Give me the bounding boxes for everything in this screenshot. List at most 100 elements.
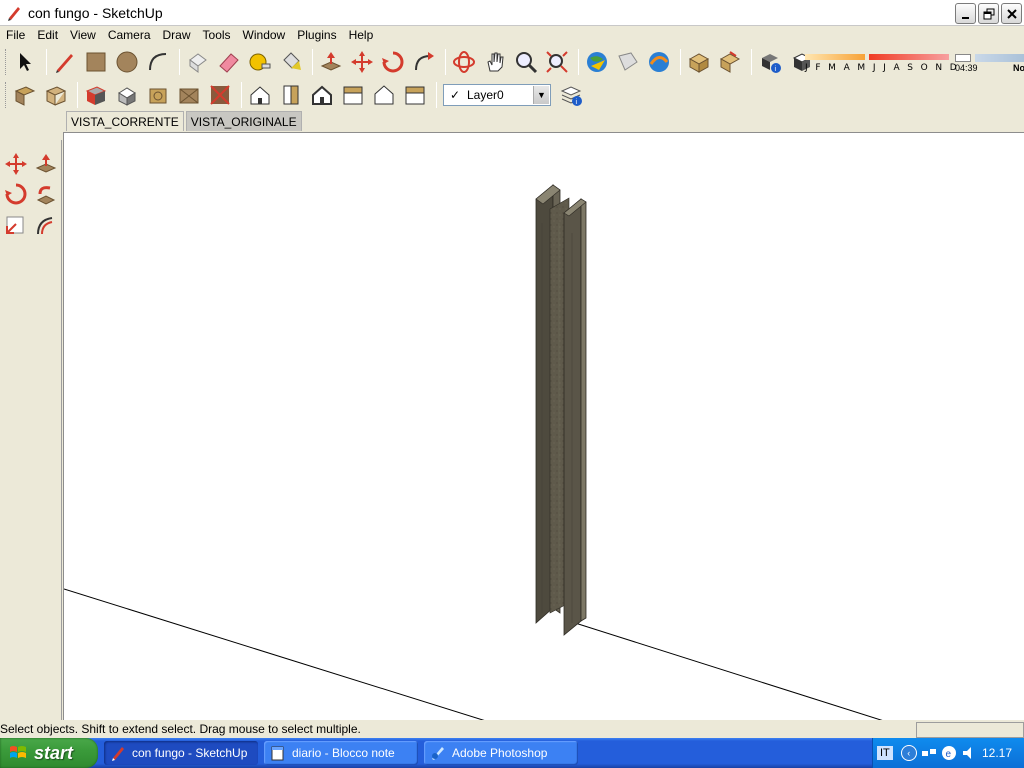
minimize-button[interactable] xyxy=(955,3,976,24)
layer-manager-button[interactable]: i xyxy=(557,81,585,109)
taskbar-item-label: diario - Blocco note xyxy=(292,746,395,760)
menu-help[interactable]: Help xyxy=(345,28,378,42)
i-beam-column[interactable] xyxy=(535,184,587,636)
follow-me-button[interactable] xyxy=(410,48,438,76)
xray-style-button[interactable] xyxy=(11,81,39,109)
google-earth-icon xyxy=(587,52,607,72)
menu-plugins[interactable]: Plugins xyxy=(293,28,340,42)
menu-edit[interactable]: Edit xyxy=(33,28,62,42)
chevron-down-icon[interactable]: ▼ xyxy=(533,86,549,104)
left-rotate-button[interactable] xyxy=(2,180,30,208)
menu-window[interactable]: Window xyxy=(239,28,290,42)
orbit-icon xyxy=(453,51,475,73)
tape-measure-button[interactable] xyxy=(246,48,274,76)
make-component-icon xyxy=(189,53,207,73)
rectangle-icon xyxy=(86,52,106,72)
start-label: start xyxy=(34,742,74,763)
taskbar-item-notepad[interactable]: diario - Blocco note xyxy=(264,741,418,765)
wireframe-style-button[interactable] xyxy=(42,81,70,109)
close-icon xyxy=(1006,8,1017,19)
taskbar-item-label: Adobe Photoshop xyxy=(452,746,548,760)
hidden-line-icon xyxy=(85,86,107,105)
make-component-button[interactable] xyxy=(184,48,212,76)
language-indicator[interactable]: IT xyxy=(877,746,893,760)
menu-file[interactable]: File xyxy=(2,28,29,42)
zoom-tool-button[interactable] xyxy=(512,48,540,76)
iso-view-button[interactable] xyxy=(206,81,234,109)
left-offset-button[interactable] xyxy=(32,210,60,238)
menu-view[interactable]: View xyxy=(66,28,100,42)
left-follow-me-button[interactable] xyxy=(32,180,60,208)
tab-vista-originale[interactable]: VISTA_ORIGINALE xyxy=(185,111,302,131)
google-earth-button[interactable] xyxy=(583,48,611,76)
circle-tool-button[interactable] xyxy=(113,48,141,76)
taskbar: start con fungo - SketchUp diario - Bloc… xyxy=(0,738,1024,768)
volume-icon[interactable] xyxy=(961,745,977,761)
restore-button[interactable] xyxy=(978,3,999,24)
scene-canvas[interactable] xyxy=(64,133,1024,720)
network-icon[interactable] xyxy=(921,745,937,761)
pan-hand-icon xyxy=(487,52,504,72)
menu-tools[interactable]: Tools xyxy=(199,28,235,42)
top-view-button[interactable] xyxy=(246,81,274,109)
toolbar-grip[interactable] xyxy=(5,82,8,108)
monochrome-style-button[interactable] xyxy=(175,81,203,109)
share-model-button[interactable] xyxy=(716,48,744,76)
date-slider-track-right[interactable] xyxy=(869,54,949,60)
pan-tool-button[interactable] xyxy=(481,48,509,76)
left-move-button[interactable] xyxy=(2,150,30,178)
hidden-line-button[interactable] xyxy=(82,81,110,109)
back-view-button[interactable] xyxy=(339,81,367,109)
arc-tool-button[interactable] xyxy=(144,48,172,76)
left-scale-button[interactable] xyxy=(2,210,30,238)
component-info-button[interactable]: i xyxy=(756,48,784,76)
select-tool-button[interactable] xyxy=(11,48,39,76)
back-view-icon xyxy=(343,86,363,105)
left-push-pull-button[interactable] xyxy=(32,150,60,178)
main-toolbar: i xyxy=(2,46,818,78)
measurements-box[interactable] xyxy=(916,722,1024,738)
views-styles-toolbar: ✓ Layer0 ▼ i xyxy=(2,79,588,111)
date-slider-track-left[interactable] xyxy=(805,54,865,60)
time-slider-track[interactable] xyxy=(975,54,1024,62)
zoom-extents-button[interactable] xyxy=(543,48,571,76)
shadow-slider-widget[interactable]: J F M A M J J A S O N D 04:39 No xyxy=(805,52,1024,76)
show-hidden-icons-button[interactable]: ‹ xyxy=(900,745,917,761)
get-models-button[interactable] xyxy=(685,48,713,76)
get-photo-texture-button[interactable] xyxy=(614,48,642,76)
rotate-tool-button[interactable] xyxy=(379,48,407,76)
close-button[interactable] xyxy=(1001,3,1022,24)
push-pull-icon xyxy=(320,52,342,71)
shaded-style-button[interactable] xyxy=(113,81,141,109)
shaded-textures-button[interactable] xyxy=(144,81,172,109)
drawing-viewport[interactable] xyxy=(63,132,1024,720)
time-slider-thumb[interactable] xyxy=(955,54,971,62)
right-view-button[interactable] xyxy=(308,81,336,109)
taskbar-item-sketchup[interactable]: con fungo - SketchUp xyxy=(104,741,258,765)
menu-camera[interactable]: Camera xyxy=(104,28,155,42)
select-arrow-icon xyxy=(20,53,31,71)
push-pull-button[interactable] xyxy=(317,48,345,76)
toggle-terrain-button[interactable] xyxy=(645,48,673,76)
paint-bucket-button[interactable] xyxy=(277,48,305,76)
move-tool-button[interactable] xyxy=(348,48,376,76)
eraser-tool-button[interactable] xyxy=(215,48,243,76)
clock[interactable]: 12.17 xyxy=(982,746,1012,760)
left-view-button[interactable] xyxy=(370,81,398,109)
toolbar-grip[interactable] xyxy=(5,49,8,75)
layer-manager-icon: i xyxy=(560,86,582,106)
start-button[interactable]: start xyxy=(0,738,98,768)
get-models-icon xyxy=(688,53,710,73)
taskbar-item-photoshop[interactable]: Adobe Photoshop xyxy=(424,741,578,765)
bottom-view-button[interactable] xyxy=(401,81,429,109)
layer-dropdown[interactable]: ✓ Layer0 ▼ xyxy=(443,84,551,106)
rectangle-tool-button[interactable] xyxy=(82,48,110,76)
back-view-icon xyxy=(405,86,425,105)
front-view-button[interactable] xyxy=(277,81,305,109)
pencil-tool-button[interactable] xyxy=(51,48,79,76)
security-icon[interactable]: e xyxy=(941,745,957,761)
noon-label: No xyxy=(1013,63,1024,73)
menu-draw[interactable]: Draw xyxy=(159,28,195,42)
tab-vista-corrente[interactable]: VISTA_CORRENTE xyxy=(66,111,184,131)
orbit-tool-button[interactable] xyxy=(450,48,478,76)
